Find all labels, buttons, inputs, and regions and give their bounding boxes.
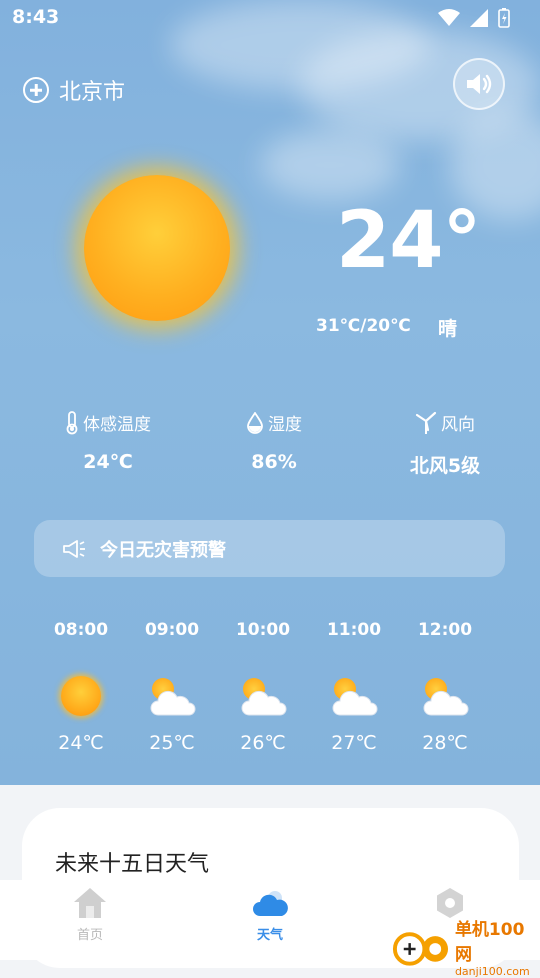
add-city-icon[interactable]: [23, 77, 49, 103]
humidity-label: 湿度: [268, 415, 302, 435]
tab-weather[interactable]: 天气: [230, 886, 310, 943]
tab-home-label: 首页: [76, 928, 103, 943]
feels-like-stat: 体感温度 24℃: [48, 410, 168, 473]
wind-turbine-icon: [415, 411, 437, 434]
watermark-title: 单机100网: [454, 920, 525, 965]
hour-temp: 26℃: [240, 732, 286, 754]
city-selector[interactable]: 北京市: [23, 74, 125, 106]
partly-cloudy-icon: [223, 676, 303, 720]
partly-cloudy-icon: [314, 676, 394, 720]
alert-text: 今日无灾害预警: [100, 539, 226, 561]
wind-value: 北风5级: [409, 455, 481, 477]
tab-home[interactable]: 首页: [50, 886, 130, 943]
forecast-title: 未来十五日天气: [55, 852, 210, 877]
hour-time: 08:00: [53, 620, 109, 640]
speaker-icon: [467, 74, 492, 94]
home-icon: [74, 888, 106, 918]
status-time: 8:43: [12, 6, 60, 28]
city-name: 北京市: [59, 80, 126, 105]
sunny-icon: [61, 676, 101, 716]
feels-like-value: 24℃: [83, 451, 133, 473]
hourly-item: 08:00 24℃: [41, 620, 121, 754]
weather-condition: 晴: [438, 318, 458, 340]
disaster-alert-banner[interactable]: 今日无灾害预警: [34, 520, 505, 577]
hourly-item: 12:00 28℃: [405, 620, 485, 754]
hour-time: 09:00: [144, 620, 200, 640]
hourly-item: 09:00 25℃: [132, 620, 212, 754]
humidity-stat: 湿度 86%: [214, 410, 334, 473]
signal-icon: [470, 9, 488, 27]
watermark: 单机100网 danji100.com: [390, 915, 540, 978]
hour-time: 10:00: [235, 620, 291, 640]
current-temperature: 24°: [336, 196, 482, 286]
wind-stat: 风向 北风5级: [380, 410, 510, 478]
sunny-weather-icon: [84, 175, 230, 321]
voice-broadcast-button[interactable]: [453, 58, 505, 110]
humidity-drop-icon: [247, 411, 263, 434]
tab-weather-label: 天气: [256, 928, 283, 943]
wifi-icon: [438, 9, 460, 26]
partly-cloudy-icon: [405, 676, 485, 720]
hour-temp: 24℃: [58, 732, 104, 754]
hour-time: 11:00: [326, 620, 382, 640]
hourly-item: 10:00 26℃: [223, 620, 303, 754]
humidity-value: 86%: [251, 451, 297, 473]
partly-cloudy-icon: [132, 676, 212, 720]
megaphone-icon: [63, 539, 85, 558]
hourly-item: 11:00 27℃: [314, 620, 394, 754]
temperature-range: 31℃/20℃: [316, 316, 411, 336]
wind-label: 风向: [441, 415, 475, 435]
hour-time: 12:00: [417, 620, 473, 640]
hour-temp: 25℃: [149, 732, 195, 754]
thermometer-icon: [66, 410, 78, 434]
watermark-logo-icon: [392, 931, 449, 966]
battery-icon: [498, 8, 510, 28]
status-bar: 8:43: [0, 0, 540, 36]
hour-temp: 28℃: [422, 732, 468, 754]
cloud-icon: [253, 891, 288, 916]
watermark-url: danji100.com: [454, 965, 530, 978]
hour-temp: 27℃: [331, 732, 377, 754]
feels-like-label: 体感温度: [83, 415, 151, 435]
